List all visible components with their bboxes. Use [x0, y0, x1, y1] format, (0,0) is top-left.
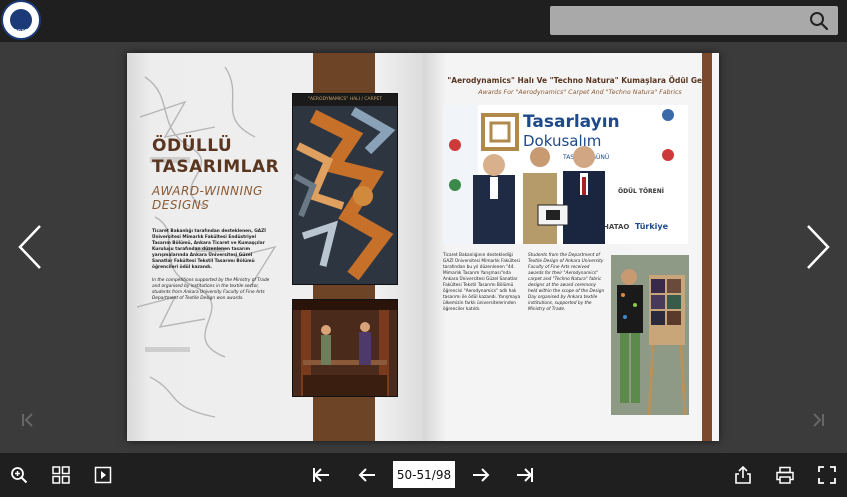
right-page[interactable]: "Aerodynamics" Halı Ve "Techno Natura" K… — [423, 53, 719, 441]
left-page[interactable]: ÖDÜLLÜ TASARIMLAR AWARD-WINNING DESIGNS … — [127, 53, 423, 441]
article-title-en: Awards For "Aerodynamics" Carpet And "Te… — [478, 89, 682, 96]
last-page-icon[interactable] — [810, 411, 826, 429]
carpet-image: "AERODYNAMICS" HALI / CARPET — [292, 93, 398, 285]
carpet-pattern — [293, 106, 397, 284]
student-exhibit-scene — [611, 255, 689, 415]
thumbnails-icon[interactable] — [52, 466, 70, 484]
banner-line2: Dokusalım — [523, 132, 601, 150]
article-column-2: Students from the Department of Textile … — [528, 253, 605, 312]
fullscreen-icon[interactable] — [818, 466, 836, 484]
university-seal-icon[interactable]: 1936 — [1, 0, 41, 40]
book-edge — [702, 53, 712, 441]
seal-emblem — [10, 9, 32, 31]
next-page-icon[interactable] — [472, 466, 490, 484]
search-input[interactable] — [550, 6, 838, 35]
banner-brand1: HATAO — [603, 223, 629, 231]
title-tr-line1: ÖDÜLLÜ — [152, 136, 233, 156]
intro-paragraph-en: In the competitions supported by the Min… — [152, 278, 270, 301]
banner-brand2: Türkiye — [635, 222, 669, 231]
search-icon[interactable] — [809, 11, 829, 31]
magazine-spread[interactable]: ÖDÜLLÜ TASARIMLAR AWARD-WINNING DESIGNS … — [127, 53, 719, 441]
banner-line1: Tasarlayın — [523, 112, 620, 132]
chevron-left-icon[interactable] — [16, 222, 46, 272]
first-page-icon[interactable] — [20, 411, 36, 429]
share-icon[interactable] — [734, 466, 752, 484]
student-exhibit-photo — [611, 255, 689, 415]
article-title-tr: "Aerodynamics" Halı Ve "Techno Natura" K… — [447, 76, 713, 85]
single-page-icon[interactable] — [94, 466, 112, 484]
page-number-input[interactable] — [393, 461, 455, 488]
stage-scene-drawing — [293, 300, 397, 396]
zoom-in-icon[interactable] — [10, 466, 28, 484]
article-column-1: Ticaret Bakanlığının desteklediği GAZİ Ü… — [443, 253, 521, 312]
page-title-en: AWARD-WINNING DESIGNS — [152, 184, 263, 212]
page-title-tr: ÖDÜLLÜ TASARIMLAR — [152, 136, 279, 178]
title-tr-line2: TASARIMLAR — [152, 157, 280, 177]
stage-scene-image — [292, 299, 398, 397]
chevron-right-icon[interactable] — [802, 222, 832, 272]
ceremony-scene: Tasarlayın Dokusalım TASARIM GÜNÜ ÖDÜL T… — [443, 105, 688, 244]
seal-year: 1936 — [14, 29, 28, 35]
previous-page-icon[interactable] — [358, 466, 376, 484]
carpet-label: "AERODYNAMICS" HALI / CARPET — [293, 94, 397, 106]
first-page-toolbar-icon[interactable] — [312, 466, 330, 484]
last-page-toolbar-icon[interactable] — [516, 466, 534, 484]
banner-line4: ÖDÜL TÖRENİ — [618, 188, 664, 195]
print-icon[interactable] — [776, 466, 794, 484]
title-en-line1: AWARD-WINNING — [152, 184, 263, 198]
title-en-line2: DESIGNS — [152, 198, 210, 212]
award-ceremony-photo: Tasarlayın Dokusalım TASARIM GÜNÜ ÖDÜL T… — [443, 105, 688, 244]
intro-paragraph-tr: Ticaret Bakanlığı tarafından desteklenen… — [152, 229, 266, 270]
